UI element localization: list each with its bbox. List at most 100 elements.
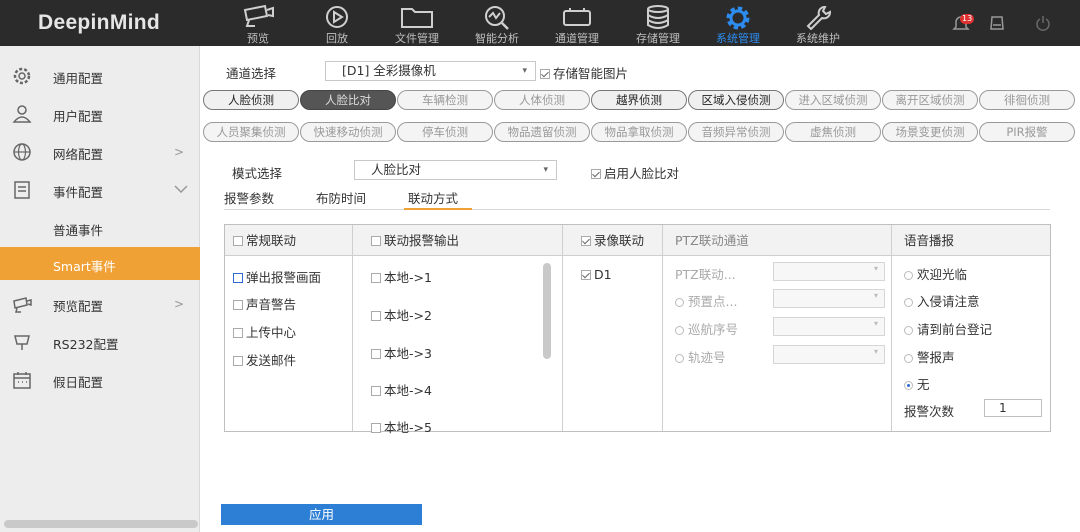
alarm-output-header-label: 联动报警输出 [384, 233, 460, 248]
apply-button[interactable]: 应用 [221, 504, 422, 525]
subtab-alarm-params[interactable]: 报警参数 [224, 188, 274, 207]
device-icon[interactable] [988, 14, 1006, 32]
radio-icon [904, 271, 913, 280]
sidebar-item-label: 网络配置 [53, 147, 104, 162]
nav-playback[interactable]: 回放 [302, 0, 372, 46]
sidebar-item-rs232[interactable]: RS232配置 [0, 323, 200, 361]
alarm-output-header[interactable]: 联动报警输出 [353, 225, 562, 256]
linkage-item-label: 上传中心 [246, 325, 297, 340]
database-icon [647, 5, 669, 29]
voice-option-welcome[interactable]: 欢迎光临 [904, 264, 967, 283]
sidebar-item-preview[interactable]: 预览配置 > [0, 285, 200, 323]
record-channel-item[interactable]: D1 [581, 267, 612, 282]
voice-option-register[interactable]: 请到前台登记 [904, 319, 992, 338]
subtab-linkage[interactable]: 联动方式 [408, 188, 458, 207]
normal-linkage-header[interactable]: 常规联动 [225, 225, 352, 256]
record-linkage-header-label: 录像联动 [594, 233, 645, 248]
record-linkage-column: 录像联动 D1 [563, 225, 663, 431]
tab-human-detection[interactable]: 人体侦测 [494, 90, 590, 110]
tab-intrusion[interactable]: 区域入侵侦测 [688, 90, 784, 110]
ptz-preset-label: 预置点... [688, 294, 738, 309]
linkage-audible-warning[interactable]: 声音警告 [233, 294, 296, 313]
sidebar-item-event[interactable]: 事件配置 [0, 171, 200, 209]
nav-playback-label: 回放 [326, 32, 348, 45]
nav-system-management[interactable]: 系统管理 [703, 0, 773, 46]
power-icon[interactable] [1034, 14, 1052, 32]
tab-fast-moving[interactable]: 快速移动侦测 [300, 122, 396, 142]
sidebar-item-network[interactable]: 网络配置 > [0, 133, 200, 171]
voice-option-intrusion[interactable]: 入侵请注意 [904, 291, 980, 310]
analysis-icon [485, 6, 509, 30]
tab-defocus[interactable]: 虚焦侦测 [785, 122, 881, 142]
ptz-pattern-row[interactable]: 轨迹号 [675, 347, 726, 366]
ptz-patrol-select[interactable]: ▾ [773, 317, 885, 336]
tab-face-compare[interactable]: 人脸比对 [300, 90, 396, 110]
chevron-down-icon: ▾ [543, 165, 548, 175]
alarm-output-label: 本地->4 [384, 383, 432, 398]
linkage-popup-alarm[interactable]: 弹出报警画面 [233, 267, 321, 286]
sidebar-item-general[interactable]: 通用配置 [0, 57, 200, 95]
channel-select[interactable]: [D1] 全彩摄像机 ▾ [325, 61, 536, 81]
subtab-active-indicator [404, 208, 472, 210]
alarm-output-item[interactable]: 本地->5 [371, 417, 432, 436]
tab-parking[interactable]: 停车侦测 [397, 122, 493, 142]
nav-preview[interactable]: 预览 [223, 0, 293, 46]
sidebar-subitem-normal-event[interactable]: 普通事件 [0, 209, 200, 247]
nav-storage-management[interactable]: 存储管理 [623, 0, 693, 46]
linkage-notify-center[interactable]: 上传中心 [233, 322, 296, 341]
tab-unattended-baggage[interactable]: 物品遗留侦测 [494, 122, 590, 142]
tab-loitering[interactable]: 徘徊侦测 [979, 90, 1075, 110]
ptz-pattern-select[interactable]: ▾ [773, 345, 885, 364]
sidebar-scrollbar[interactable] [4, 520, 198, 528]
alarm-output-item[interactable]: 本地->1 [371, 267, 432, 286]
chevron-down-icon: ▾ [873, 264, 878, 273]
sidebar-subitem-smart-event[interactable]: Smart事件 [0, 247, 200, 280]
ptz-preset-row[interactable]: 预置点... [675, 291, 737, 310]
tab-vehicle-detection[interactable]: 车辆检测 [397, 90, 493, 110]
sidebar-item-label: Smart事件 [53, 259, 116, 274]
linkage-item-label: 弹出报警画面 [246, 270, 322, 285]
voice-option-none[interactable]: 无 [904, 374, 930, 393]
tab-face-detection[interactable]: 人脸侦测 [203, 90, 299, 110]
record-channel-label: D1 [594, 267, 612, 282]
tab-region-entrance[interactable]: 进入区域侦测 [785, 90, 881, 110]
alarm-output-scrollbar[interactable] [543, 263, 551, 359]
subtab-arming-schedule[interactable]: 布防时间 [316, 188, 366, 207]
tab-crowd-gathering[interactable]: 人员聚集侦测 [203, 122, 299, 142]
sidebar-item-user[interactable]: 用户配置 [0, 95, 200, 133]
nav-channel-management[interactable]: 通道管理 [542, 0, 612, 46]
radio-icon [904, 298, 913, 307]
voice-option-siren[interactable]: 警报声 [904, 347, 955, 366]
alarm-count-input[interactable]: 1 [984, 399, 1042, 417]
nav-preview-label: 预览 [247, 32, 269, 45]
tab-region-exit[interactable]: 离开区域侦测 [882, 90, 978, 110]
sidebar-item-holiday[interactable]: 假日配置 [0, 361, 200, 399]
tab-pir-alarm[interactable]: PIR报警 [979, 122, 1075, 142]
ptz-linkage-select[interactable]: ▾ [773, 262, 885, 281]
record-linkage-header[interactable]: 录像联动 [563, 225, 662, 256]
ptz-patrol-row[interactable]: 巡航序号 [675, 319, 738, 338]
alarm-output-item[interactable]: 本地->4 [371, 380, 432, 399]
ptz-preset-select[interactable]: ▾ [773, 289, 885, 308]
store-smart-image-checkbox[interactable]: 存储智能图片 [540, 63, 628, 82]
tab-line-crossing[interactable]: 越界侦测 [591, 90, 687, 110]
alarm-output-item[interactable]: 本地->2 [371, 305, 432, 324]
ptz-patrol-label: 巡航序号 [688, 322, 739, 337]
tab-audio-exception[interactable]: 音频异常侦测 [688, 122, 784, 142]
checkbox-icon [233, 356, 243, 366]
mode-select[interactable]: 人脸比对 ▾ [354, 160, 557, 180]
alarm-output-label: 本地->1 [384, 270, 432, 285]
nav-system-maintenance[interactable]: 系统维护 [783, 0, 853, 46]
nav-smart-analysis[interactable]: 智能分析 [462, 0, 532, 46]
nav-file-management[interactable]: 文件管理 [382, 0, 452, 46]
normal-linkage-column: 常规联动 弹出报警画面 声音警告 上传中心 发送邮件 [225, 225, 353, 431]
tab-object-removal[interactable]: 物品拿取侦测 [591, 122, 687, 142]
linkage-send-email[interactable]: 发送邮件 [233, 350, 296, 369]
enable-face-compare-checkbox[interactable]: 启用人脸比对 [591, 163, 679, 182]
checkbox-icon [233, 300, 243, 310]
event-icon [14, 181, 30, 199]
voice-option-label: 警报声 [917, 350, 955, 365]
chevron-right-icon: > [174, 145, 185, 159]
alarm-output-item[interactable]: 本地->3 [371, 343, 432, 362]
tab-scene-change[interactable]: 场景变更侦测 [882, 122, 978, 142]
